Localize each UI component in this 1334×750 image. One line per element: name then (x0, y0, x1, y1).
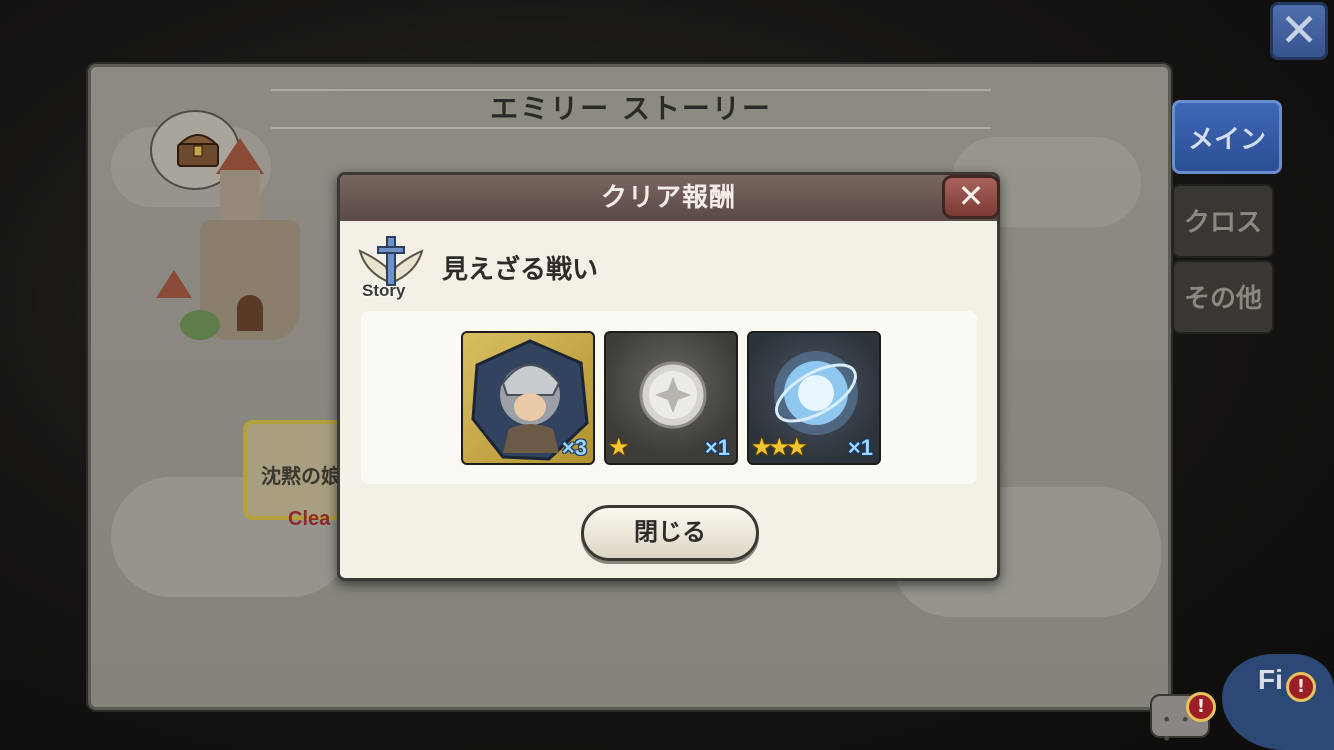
story-badge-label: Story (362, 281, 406, 300)
castle-map-node[interactable] (150, 110, 350, 360)
reward-dialog: クリア報酬 ✕ Story 見えざる戦い ×3 ★ ×1 ★★★ ×1 閉じる (337, 172, 1000, 581)
stage-clear-status: Clea (288, 508, 331, 530)
close-button[interactable]: 閉じる (581, 505, 759, 561)
rarity-stars: ★★★ (751, 433, 808, 461)
reward-item-light-crystal[interactable]: ★★★ ×1 (747, 331, 881, 465)
tab-other[interactable]: その他 (1172, 260, 1274, 334)
castle-roof-icon (216, 138, 264, 174)
treasure-chest-icon (177, 134, 219, 167)
reward-quantity: ×1 (704, 435, 730, 460)
bush-decoration (180, 310, 220, 340)
quest-title: 見えざる戦い (442, 255, 599, 285)
alert-icon: ! (1286, 672, 1316, 702)
tab-main[interactable]: メイン (1172, 100, 1282, 174)
alert-icon: ! (1186, 692, 1216, 722)
castle-roof-icon (156, 270, 192, 298)
dialog-title: クリア報酬 (340, 175, 997, 221)
rarity-stars: ★ (608, 433, 629, 461)
close-icon[interactable]: ✕ (1270, 2, 1328, 60)
reward-item-silver-orb[interactable]: ★ ×1 (604, 331, 738, 465)
field-label: Fi (1258, 664, 1283, 695)
dialog-close-icon[interactable]: ✕ (942, 175, 1000, 219)
stage-label: 沈黙の娘 (261, 464, 341, 488)
castle-door (237, 295, 263, 331)
reward-list: ×3 ★ ×1 ★★★ ×1 (361, 311, 977, 484)
reward-item-character[interactable]: ×3 (461, 331, 595, 465)
story-title: エミリー ストーリー (271, 89, 991, 129)
tab-cross[interactable]: クロス (1172, 184, 1274, 258)
reward-quantity: ×3 (561, 435, 587, 460)
reward-quantity: ×1 (847, 435, 873, 460)
